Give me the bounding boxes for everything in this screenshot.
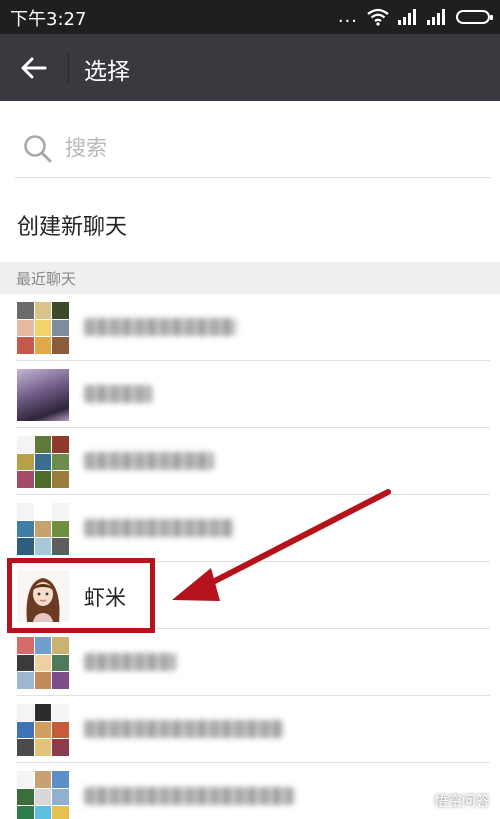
watermark-text: 悟空问答 bbox=[434, 794, 490, 810]
list-item[interactable] bbox=[0, 361, 500, 428]
list-item-xiami[interactable]: 虾米 bbox=[0, 562, 500, 629]
status-time: 下午3:27 bbox=[10, 9, 87, 30]
status-bar: 下午3:27 ... bbox=[0, 0, 500, 34]
signal-icon-1 bbox=[398, 9, 416, 25]
contact-name-blurred bbox=[84, 318, 236, 336]
group-avatar bbox=[17, 436, 69, 488]
group-avatar bbox=[17, 503, 69, 555]
contact-name-blurred bbox=[84, 787, 294, 805]
battery-icon bbox=[456, 10, 493, 24]
create-new-chat-label: 创建新聊天 bbox=[17, 215, 128, 240]
contact-name-blurred bbox=[84, 385, 152, 403]
list-item[interactable] bbox=[0, 428, 500, 495]
contact-avatar bbox=[17, 369, 69, 421]
list-item[interactable] bbox=[0, 495, 500, 562]
list-item[interactable] bbox=[0, 696, 500, 763]
wifi-icon bbox=[367, 8, 389, 26]
title-divider bbox=[68, 52, 69, 84]
recent-chat-list: 虾米 bbox=[0, 294, 500, 819]
contact-name-blurred bbox=[84, 720, 284, 738]
search-icon bbox=[24, 135, 52, 163]
list-item[interactable] bbox=[0, 294, 500, 361]
search-bar[interactable] bbox=[15, 120, 490, 178]
group-avatar bbox=[17, 704, 69, 756]
contact-name-blurred bbox=[84, 653, 176, 671]
title-bar: 选择 bbox=[0, 34, 500, 101]
group-avatar bbox=[17, 637, 69, 689]
signal-icon-2 bbox=[427, 9, 445, 25]
status-icons: ... bbox=[337, 6, 493, 27]
back-button[interactable] bbox=[14, 50, 54, 86]
contact-name-blurred bbox=[84, 519, 234, 537]
group-avatar bbox=[17, 302, 69, 354]
more-dots-icon: ... bbox=[337, 6, 358, 27]
contact-avatar-illustration bbox=[17, 570, 69, 622]
search-input[interactable] bbox=[65, 132, 465, 164]
watermark: 悟空问答 bbox=[409, 791, 490, 811]
group-avatar bbox=[17, 771, 69, 819]
watermark-logo-icon bbox=[409, 791, 429, 811]
list-item[interactable] bbox=[0, 629, 500, 696]
page-title: 选择 bbox=[84, 59, 130, 85]
contact-name: 虾米 bbox=[84, 586, 126, 610]
arrow-left-icon bbox=[21, 57, 47, 79]
recent-chats-header: 最近聊天 bbox=[0, 262, 500, 294]
create-new-chat-item[interactable]: 创建新聊天 bbox=[0, 190, 500, 260]
contact-name-blurred bbox=[84, 452, 214, 470]
